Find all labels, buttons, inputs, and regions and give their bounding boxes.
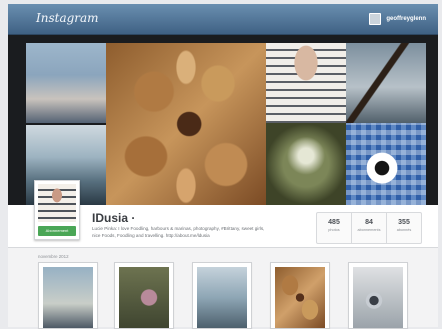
feed-photo-image (119, 267, 169, 328)
mosaic-photo-boat[interactable] (346, 43, 426, 123)
photo-feed: novembre 2012 (8, 248, 438, 329)
profile-avatar-card: Abonnement (34, 180, 80, 240)
feed-photo[interactable] (38, 262, 98, 329)
stat-value: 84 (365, 219, 373, 226)
mosaic-photo-tea-cup[interactable] (346, 123, 426, 205)
stat-followers[interactable]: 355 abonnés (386, 213, 421, 243)
feed-photo[interactable] (270, 262, 330, 329)
mosaic-photo-sky[interactable] (26, 43, 106, 123)
profile-bio: Lucie Pinka: I love Foodling, harbours &… (92, 226, 307, 240)
top-navigation-bar: Instagram geoffreyglenn (8, 4, 438, 35)
mosaic-photo-leaves[interactable] (106, 43, 266, 205)
stat-label: abonnements (357, 228, 381, 232)
user-avatar-icon[interactable] (369, 13, 382, 25)
mosaic-photo-trees[interactable] (266, 123, 346, 205)
profile-bio-line[interactable]: nice Foods, Foodling and travelling. htt… (92, 233, 307, 240)
feed-month-heading: novembre 2012 (38, 254, 69, 259)
stat-photos[interactable]: 485 photos (317, 213, 351, 243)
profile-stats: 485 photos 84 abonnements 355 abonnés (316, 212, 422, 244)
feed-photo-image (43, 267, 93, 328)
follow-button[interactable]: Abonnement (38, 226, 76, 236)
feed-photo[interactable] (348, 262, 408, 329)
user-menu[interactable]: geoffreyglenn (369, 13, 426, 25)
feed-photo-image (275, 267, 325, 328)
stat-value: 355 (398, 219, 410, 226)
stat-following[interactable]: 84 abonnements (351, 213, 386, 243)
feed-photo[interactable] (114, 262, 174, 329)
profile-bio-line: Lucie Pinka: I love Foodling, harbours &… (92, 226, 265, 231)
stat-label: abonnés (396, 228, 412, 232)
username[interactable]: geoffreyglenn (386, 16, 426, 22)
profile-info-panel: Abonnement IDusia · Lucie Pinka: I love … (8, 180, 438, 248)
instagram-logo[interactable]: Instagram (36, 11, 99, 25)
profile-name: IDusia · (92, 211, 136, 225)
mosaic-photo-striped-shirt[interactable] (266, 43, 346, 123)
stat-label: photos (328, 228, 340, 232)
stat-value: 485 (328, 219, 340, 226)
feed-photo-image (197, 267, 247, 328)
profile-avatar[interactable] (38, 184, 76, 222)
instagram-profile-page: Instagram geoffreyglenn Abonnement IDusi… (0, 0, 442, 329)
feed-photo[interactable] (192, 262, 252, 329)
feed-photo-image (353, 267, 403, 328)
